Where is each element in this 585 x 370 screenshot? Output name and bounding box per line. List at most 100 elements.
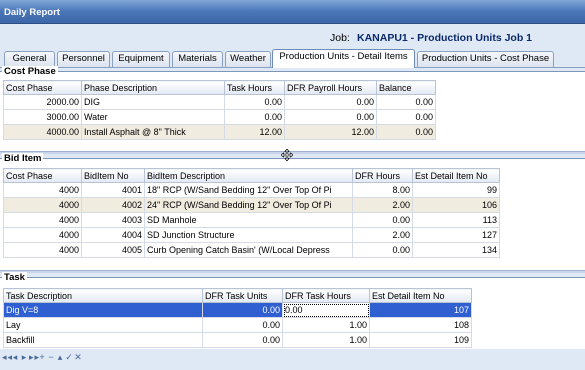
table-cell[interactable]: 0.00 — [352, 212, 413, 228]
table-cell[interactable]: 109 — [369, 332, 472, 348]
table-cell[interactable]: 4000 — [3, 242, 82, 258]
table-cell[interactable]: 0.00 — [284, 109, 377, 125]
table-cell[interactable]: 2.00 — [352, 197, 413, 213]
table-cell[interactable]: Backfill — [3, 332, 203, 348]
table-cell[interactable]: 4002 — [81, 197, 145, 213]
table-row[interactable]: 2000.00 DIG 0.00 0.00 0.00 — [3, 94, 436, 110]
table-cell[interactable]: 0.00 — [224, 109, 285, 125]
table-cell[interactable]: 4000 — [3, 182, 82, 198]
window-title-bar: Daily Report — [0, 0, 585, 24]
table-cell[interactable]: 12.00 — [284, 124, 377, 140]
table-cell[interactable]: SD Manhole — [144, 212, 353, 228]
tab-equipment[interactable]: Equipment — [112, 51, 170, 67]
table-cell[interactable]: 4000 — [3, 227, 82, 243]
column-header[interactable]: Balance — [376, 80, 436, 95]
table-cell[interactable]: 3000.00 — [3, 109, 82, 125]
editing-cell[interactable]: 0.00 — [282, 302, 370, 318]
table-cell[interactable]: 113 — [412, 212, 500, 228]
table-row[interactable]: 4000.00 Install Asphalt @ 8" Thick 12.00… — [3, 124, 436, 140]
table-cell[interactable]: Install Asphalt @ 8" Thick — [81, 124, 225, 140]
column-header[interactable]: Task Hours — [224, 80, 285, 95]
table-cell[interactable]: 0.00 — [376, 109, 436, 125]
column-header[interactable]: Cost Phase — [3, 168, 82, 183]
table-cell[interactable]: DIG — [81, 94, 225, 110]
tab-production-units-cost-phase[interactable]: Production Units - Cost Phase — [417, 51, 554, 67]
table-cell[interactable]: 0.00 — [202, 317, 283, 333]
column-header[interactable]: Phase Description — [81, 80, 225, 95]
table-row[interactable]: Backfill 0.00 1.00 109 — [3, 332, 472, 348]
table-cell[interactable]: Dig V=8 — [3, 302, 203, 318]
table-cell[interactable]: 0.00 — [202, 302, 283, 318]
table-cell[interactable]: 1.00 — [282, 332, 370, 348]
tab-weather[interactable]: Weather — [225, 51, 271, 67]
add-record-icon[interactable]: + — [38, 352, 47, 362]
column-header[interactable]: Est Detail Item No — [369, 288, 472, 303]
tab-materials[interactable]: Materials — [172, 51, 223, 67]
tab-personnel[interactable]: Personnel — [57, 51, 110, 67]
table-row[interactable]: 4000 4003 SD Manhole 0.00 113 — [3, 212, 500, 228]
column-header[interactable]: Task Description — [3, 288, 203, 303]
table-cell[interactable]: 99 — [412, 182, 500, 198]
table-row[interactable]: 4000 4005 Curb Opening Catch Basin' (W/L… — [3, 242, 500, 258]
column-header[interactable]: DFR Payroll Hours — [284, 80, 377, 95]
table-cell[interactable]: 0.00 — [376, 124, 436, 140]
column-header[interactable]: BidItem No — [81, 168, 145, 183]
table-cell[interactable]: 127 — [412, 227, 500, 243]
table-cell[interactable]: 134 — [412, 242, 500, 258]
column-header[interactable]: DFR Hours — [352, 168, 413, 183]
table-cell[interactable]: Curb Opening Catch Basin' (W/Local Depre… — [144, 242, 353, 258]
tab-general[interactable]: General — [4, 51, 55, 67]
table-cell[interactable]: 4005 — [81, 242, 145, 258]
table-cell[interactable]: 0.00 — [284, 94, 377, 110]
table-cell[interactable]: 18" RCP (W/Sand Bedding 12" Over Top Of … — [144, 182, 353, 198]
first-record-icon[interactable]: ◂◂ — [2, 352, 12, 363]
tab-production-units-detail-items[interactable]: Production Units - Detail Items — [272, 49, 415, 68]
table-cell[interactable]: 12.00 — [224, 124, 285, 140]
table-cell[interactable]: 24" RCP (W/Sand Bedding 12" Over Top Of … — [144, 197, 353, 213]
delete-record-icon[interactable]: − — [47, 352, 56, 362]
column-header[interactable]: DFR Task Units — [202, 288, 283, 303]
table-row[interactable]: 3000.00 Water 0.00 0.00 0.00 — [3, 109, 436, 125]
column-header[interactable]: BidItem Description — [144, 168, 353, 183]
table-cell[interactable]: 0.00 — [202, 332, 283, 348]
table-cell[interactable]: 4003 — [81, 212, 145, 228]
move-cursor-icon — [281, 149, 293, 161]
edit-record-icon[interactable]: ▴ — [56, 352, 65, 363]
column-header[interactable]: DFR Task Hours — [282, 288, 370, 303]
column-header[interactable]: Cost Phase — [3, 80, 82, 95]
table-cell[interactable]: 8.00 — [352, 182, 413, 198]
cost-phase-grid: Cost Phase Phase Description Task Hours … — [3, 80, 436, 140]
previous-record-icon[interactable]: ◂ — [11, 352, 20, 363]
splitter-bar[interactable] — [0, 270, 585, 273]
table-cell[interactable]: SD Junction Structure — [144, 227, 353, 243]
last-record-icon[interactable]: ▸▸ — [29, 352, 39, 363]
table-row[interactable]: Lay 0.00 1.00 108 — [3, 317, 472, 333]
table-cell[interactable]: 4004 — [81, 227, 145, 243]
table-cell[interactable]: 108 — [369, 317, 472, 333]
column-header[interactable]: Est Detail Item No — [412, 168, 500, 183]
next-record-icon[interactable]: ▸ — [20, 352, 29, 363]
table-cell[interactable]: 4000 — [3, 197, 82, 213]
bid-item-grid: Cost Phase BidItem No BidItem Descriptio… — [3, 168, 500, 258]
table-row[interactable]: 4000 4004 SD Junction Structure 2.00 127 — [3, 227, 500, 243]
table-cell[interactable]: 2.00 — [352, 227, 413, 243]
table-cell[interactable]: 4000.00 — [3, 124, 82, 140]
cost-phase-title: Cost Phase — [2, 66, 58, 77]
bid-item-title: Bid Item — [2, 153, 44, 164]
table-cell[interactable]: 106 — [412, 197, 500, 213]
table-cell[interactable]: 1.00 — [282, 317, 370, 333]
cancel-record-icon[interactable]: ✕ — [74, 352, 83, 363]
table-cell[interactable]: 0.00 — [376, 94, 436, 110]
table-cell[interactable]: 2000.00 — [3, 94, 82, 110]
table-row[interactable]: 4000 4001 18" RCP (W/Sand Bedding 12" Ov… — [3, 182, 500, 198]
post-record-icon[interactable]: ✓ — [65, 352, 74, 363]
table-row[interactable]: 4000 4002 24" RCP (W/Sand Bedding 12" Ov… — [3, 197, 500, 213]
table-cell[interactable]: 0.00 — [224, 94, 285, 110]
table-cell[interactable]: 107 — [369, 302, 472, 318]
table-cell[interactable]: 4000 — [3, 212, 82, 228]
table-cell[interactable]: Lay — [3, 317, 203, 333]
table-cell[interactable]: Water — [81, 109, 225, 125]
table-cell[interactable]: 0.00 — [352, 242, 413, 258]
table-row-selected[interactable]: Dig V=8 0.00 0.00 107 — [3, 302, 472, 318]
table-cell[interactable]: 4001 — [81, 182, 145, 198]
